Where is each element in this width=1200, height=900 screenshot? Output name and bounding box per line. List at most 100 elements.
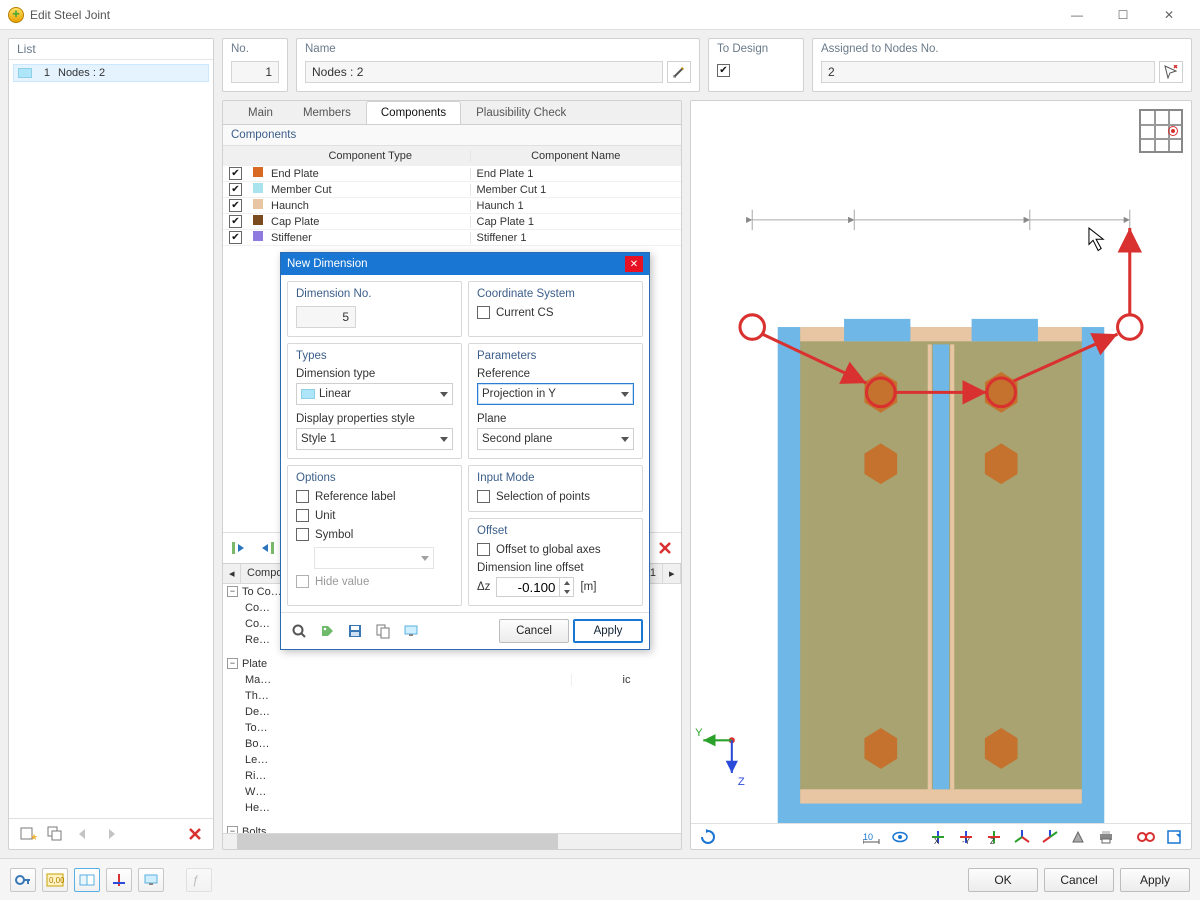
row-checkbox[interactable] <box>229 215 242 228</box>
view-y-button[interactable]: -Y <box>953 826 979 848</box>
chevron-down-icon <box>621 392 629 397</box>
view-z-button[interactable]: Z <box>981 826 1007 848</box>
indent-left-button[interactable] <box>227 537 251 559</box>
chevron-down-icon <box>421 556 429 561</box>
list-item[interactable]: 1 Nodes : 2 <box>13 64 209 82</box>
to-design-checkbox[interactable] <box>717 64 730 77</box>
collapse-icon[interactable]: − <box>227 658 238 669</box>
titlebar: ✚ Edit Steel Joint — ☐ ✕ <box>0 0 1200 30</box>
no-input[interactable] <box>231 61 279 83</box>
to-design-label: To Design <box>717 43 795 55</box>
dialog-tag-button[interactable] <box>315 620 339 642</box>
row-checkbox[interactable] <box>229 199 242 212</box>
view-cube[interactable] <box>1139 109 1183 153</box>
units-button[interactable]: 0,00 <box>42 868 68 892</box>
symbol-select <box>314 547 434 569</box>
maximize-button[interactable]: ☐ <box>1100 0 1146 30</box>
dialog-copy-button[interactable] <box>371 620 395 642</box>
tab-members[interactable]: Members <box>288 101 366 124</box>
print-button[interactable] <box>1093 826 1119 848</box>
offset-spinner[interactable] <box>496 577 574 597</box>
offset-global-checkbox[interactable] <box>477 543 490 556</box>
name-input[interactable] <box>305 61 663 83</box>
svg-text:Z: Z <box>738 776 745 788</box>
assigned-input[interactable] <box>821 61 1155 83</box>
svg-text:Z: Z <box>990 837 995 845</box>
spinner-down[interactable] <box>559 587 573 596</box>
component-row[interactable]: Haunch Haunch 1 <box>223 198 681 214</box>
key-button[interactable] <box>10 868 36 892</box>
dimension-tool-button[interactable]: 10 <box>859 826 885 848</box>
display-style-select[interactable]: Style 1 <box>296 428 453 450</box>
plane-select[interactable]: Second plane <box>477 428 634 450</box>
view-x-button[interactable]: X <box>925 826 951 848</box>
row-checkbox[interactable] <box>229 231 242 244</box>
delete-component-button[interactable] <box>653 537 677 559</box>
name-label: Name <box>305 43 691 55</box>
iso-view-button[interactable] <box>1009 826 1035 848</box>
reference-label-checkbox[interactable] <box>296 490 309 503</box>
collapse-icon[interactable]: − <box>227 586 238 597</box>
refresh-preview-button[interactable] <box>695 826 721 848</box>
dialog-save-button[interactable] <box>343 620 367 642</box>
list-tree[interactable]: 1 Nodes : 2 <box>9 60 213 818</box>
selection-points-checkbox[interactable] <box>477 490 490 503</box>
offset-input[interactable] <box>497 578 559 596</box>
column-header-type: Component Type <box>267 150 470 162</box>
tab-main[interactable]: Main <box>233 101 288 124</box>
component-row[interactable]: Member Cut Member Cut 1 <box>223 182 681 198</box>
copy-item-button[interactable] <box>43 823 67 845</box>
minimize-button[interactable]: — <box>1054 0 1100 30</box>
preview-toolbar: 10 X -Y Z <box>691 823 1191 849</box>
iso-view-button-2[interactable] <box>1037 826 1063 848</box>
dialog-apply-button[interactable]: Apply <box>573 619 643 643</box>
dimension-type-select[interactable]: Linear <box>296 383 453 405</box>
pick-nodes-button[interactable] <box>1159 61 1183 83</box>
list-header: List <box>9 39 213 60</box>
column-header-name: Component Name <box>470 150 676 162</box>
delete-item-button[interactable] <box>183 823 207 845</box>
chevron-down-icon <box>621 437 629 442</box>
ok-button[interactable]: OK <box>968 868 1038 892</box>
glasses-button[interactable] <box>1133 826 1159 848</box>
apply-button[interactable]: Apply <box>1120 868 1190 892</box>
cancel-button[interactable]: Cancel <box>1044 868 1114 892</box>
visibility-button[interactable] <box>887 826 913 848</box>
svg-text:Y: Y <box>695 727 703 739</box>
dialog-cancel-button[interactable]: Cancel <box>499 619 569 643</box>
preview-viewport[interactable]: Y Z 10 X -Y Z <box>690 100 1192 850</box>
show-button[interactable] <box>138 868 164 892</box>
row-checkbox[interactable] <box>229 167 242 180</box>
svg-text:10: 10 <box>863 832 873 842</box>
tab-plausibility[interactable]: Plausibility Check <box>461 101 581 124</box>
layers-button[interactable] <box>74 868 100 892</box>
expand-button[interactable] <box>1161 826 1187 848</box>
indent-right-button[interactable] <box>255 537 279 559</box>
model-button[interactable] <box>106 868 132 892</box>
list-item-index: 1 <box>38 67 50 79</box>
shaded-button[interactable] <box>1065 826 1091 848</box>
horizontal-scrollbar[interactable] <box>223 833 681 849</box>
no-label: No. <box>231 43 279 55</box>
component-row[interactable]: Stiffener Stiffener 1 <box>223 230 681 246</box>
new-item-button[interactable]: ★ <box>15 823 39 845</box>
symbol-checkbox[interactable] <box>296 528 309 541</box>
collapse-icon[interactable]: − <box>227 826 238 833</box>
component-row[interactable]: Cap Plate Cap Plate 1 <box>223 214 681 230</box>
nav-left-button[interactable] <box>71 823 95 845</box>
dialog-search-button[interactable] <box>287 620 311 642</box>
current-cs-checkbox[interactable] <box>477 306 490 319</box>
close-button[interactable]: ✕ <box>1146 0 1192 30</box>
unit-checkbox[interactable] <box>296 509 309 522</box>
nav-right-button[interactable] <box>99 823 123 845</box>
tab-components[interactable]: Components <box>366 101 461 124</box>
component-row[interactable]: End Plate End Plate 1 <box>223 166 681 182</box>
dimension-no-input[interactable] <box>296 306 356 328</box>
dialog-screen-button[interactable] <box>399 620 423 642</box>
dialog-close-button[interactable]: ✕ <box>625 256 643 272</box>
reference-select[interactable]: Projection in Y <box>477 383 634 405</box>
spinner-up[interactable] <box>559 578 573 587</box>
script-button[interactable]: ƒ <box>186 868 212 892</box>
rename-button[interactable] <box>667 61 691 83</box>
row-checkbox[interactable] <box>229 183 242 196</box>
